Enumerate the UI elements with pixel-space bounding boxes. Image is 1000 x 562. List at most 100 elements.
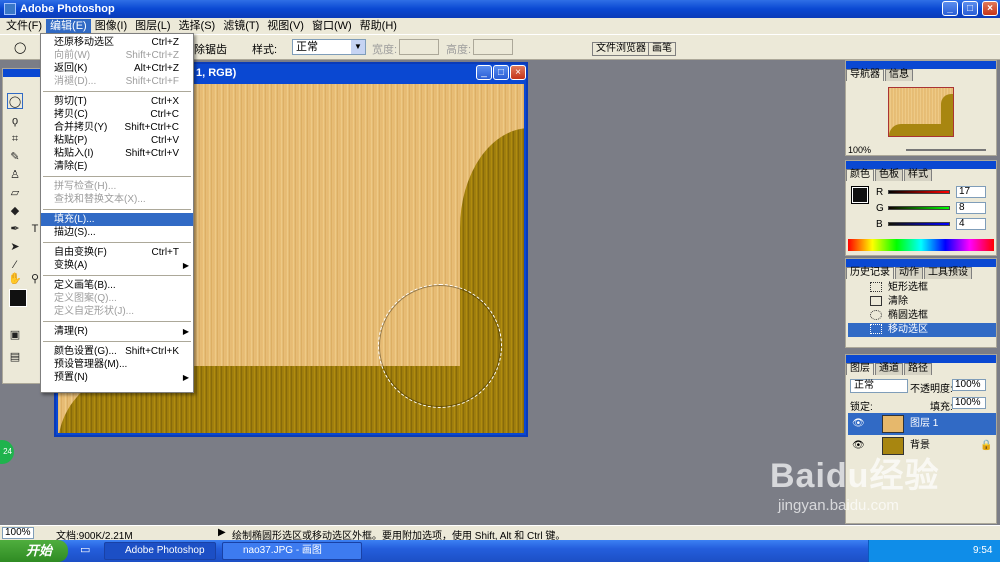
edit-menu-item[interactable]: 填充(L)... [41, 213, 193, 226]
blend-mode-select[interactable]: 正常 [850, 379, 908, 393]
history-item-selected[interactable]: 移动选区 [848, 323, 996, 337]
path-select-icon[interactable]: ➤ [7, 239, 23, 255]
width-field[interactable] [399, 39, 439, 55]
edit-menu: 还原移动选区 Ctrl+Z 向前(W) Shift+Ctrl+Z 返回(K) Alt+Ct… [40, 33, 194, 393]
doc-maximize-button[interactable]: □ [493, 65, 509, 80]
maximize-button[interactable]: □ [962, 1, 978, 16]
task-paint[interactable]: nao37.JPG - 画图 [222, 542, 362, 560]
edit-menu-item[interactable]: 粘贴入(I) Shift+Ctrl+V [41, 147, 193, 160]
edit-menu-item[interactable]: 还原移动选区 Ctrl+Z [41, 36, 193, 49]
edit-menu-item[interactable]: 描边(S)... [41, 226, 193, 239]
elliptical-selection[interactable] [378, 284, 502, 408]
tab-color[interactable]: 颜色 [846, 169, 874, 181]
edit-menu-item[interactable]: 定义画笔(B)... [41, 279, 193, 292]
style-select[interactable]: 正常 ▼ [292, 39, 366, 55]
edit-menu-item-label: 颜色设置(G)... [54, 346, 117, 357]
navigator-zoom-slider[interactable] [906, 149, 986, 151]
desktop-icon[interactable]: ▭ [80, 543, 90, 556]
color-ramp[interactable] [848, 239, 994, 251]
height-field[interactable] [473, 39, 513, 55]
edit-menu-item[interactable]: 变换(A) ▶ [41, 259, 193, 272]
tab-channels[interactable]: 通道 [875, 363, 903, 375]
watermark-brand: Baidu经验 [770, 457, 940, 495]
menu-select[interactable]: 选择(S) [175, 19, 220, 34]
edit-menu-item[interactable]: 粘贴(P) Ctrl+V [41, 134, 193, 147]
edit-menu-item[interactable]: 预置(N) ▶ [41, 371, 193, 384]
tab-layers[interactable]: 图层 [846, 363, 874, 375]
tab-tool-presets[interactable]: 工具预设 [924, 267, 972, 279]
tab-history[interactable]: 历史记录 [846, 267, 894, 279]
foreground-color-swatch[interactable] [9, 289, 27, 307]
layer-row-selected[interactable]: 👁 图层 1 [848, 413, 996, 435]
g-slider[interactable] [888, 206, 950, 210]
edit-menu-item[interactable]: 清除(E) [41, 160, 193, 173]
style-value: 正常 [296, 41, 318, 53]
r-value[interactable]: 17 [956, 186, 986, 198]
marquee-tool-icon[interactable]: ◯ [14, 41, 26, 54]
status-zoom[interactable]: 100% [2, 527, 34, 539]
start-button[interactable]: 开始 [0, 540, 68, 562]
hand-icon[interactable]: ✋ [7, 271, 23, 287]
edit-menu-item[interactable]: 清理(R) ▶ [41, 325, 193, 338]
menu-file[interactable]: 文件(F) [2, 19, 46, 34]
marquee-icon[interactable]: ◯ [7, 93, 23, 109]
tab-navigator[interactable]: 导航器 [846, 69, 884, 81]
screen-mode-icon[interactable]: ▤ [7, 349, 23, 365]
edit-menu-item[interactable]: 拷贝(C) Ctrl+C [41, 108, 193, 121]
edit-menu-item[interactable]: 消褪(D)... Shift+Ctrl+F [41, 75, 193, 88]
r-slider[interactable] [888, 190, 950, 194]
menu-filter[interactable]: 滤镜(T) [219, 19, 263, 34]
task-photoshop[interactable]: Adobe Photoshop [104, 542, 216, 560]
navigator-thumbnail[interactable] [888, 87, 954, 137]
edit-menu-item[interactable]: 查找和替换文本(X)... [41, 193, 193, 206]
fill-value[interactable]: 100% [952, 397, 986, 409]
stamp-icon[interactable]: ♙ [7, 167, 23, 183]
close-button[interactable]: × [982, 1, 998, 16]
menu-window[interactable]: 窗口(W) [308, 19, 356, 34]
tab-info[interactable]: 信息 [885, 69, 913, 81]
menu-layer[interactable]: 图层(L) [131, 19, 174, 34]
pen-icon[interactable]: ✒ [7, 221, 23, 237]
edit-menu-item[interactable]: 颜色设置(G)... Shift+Ctrl+K [41, 345, 193, 358]
tab-swatches[interactable]: 色板 [875, 169, 903, 181]
edit-menu-item[interactable]: 自由变换(F) Ctrl+T [41, 246, 193, 259]
fg-color-swatch[interactable] [851, 186, 869, 204]
tab-styles[interactable]: 样式 [904, 169, 932, 181]
opacity-value[interactable]: 100% [952, 379, 986, 391]
crop-icon[interactable]: ⌗ [7, 131, 23, 147]
clock: 9:54 [973, 545, 993, 556]
history-item[interactable]: 清除 [848, 295, 996, 309]
menu-image[interactable]: 图像(I) [91, 19, 131, 34]
play-icon[interactable]: ▶ [218, 527, 226, 538]
edit-menu-item[interactable]: 拼写检查(H)... [41, 180, 193, 193]
minimize-button[interactable]: _ [942, 1, 958, 16]
menu-view[interactable]: 视图(V) [263, 19, 308, 34]
edit-menu-item[interactable]: 定义图案(Q)... [41, 292, 193, 305]
file-browser-tab[interactable]: 文件浏览器 [592, 42, 650, 56]
edit-menu-item[interactable]: 返回(K) Alt+Ctrl+Z [41, 62, 193, 75]
doc-minimize-button[interactable]: _ [476, 65, 492, 80]
g-value[interactable]: 8 [956, 202, 986, 214]
edit-menu-item[interactable]: 向前(W) Shift+Ctrl+Z [41, 49, 193, 62]
tab-actions[interactable]: 动作 [895, 267, 923, 279]
brushes-tab[interactable]: 画笔 [648, 42, 676, 56]
history-item[interactable]: 椭圆选框 [848, 309, 996, 323]
edit-menu-item[interactable]: 合并拷贝(Y) Shift+Ctrl+C [41, 121, 193, 134]
tab-paths[interactable]: 路径 [904, 363, 932, 375]
history-item[interactable]: 矩形选框 [848, 281, 996, 295]
blur-icon[interactable]: ◆ [7, 203, 23, 219]
edit-menu-item[interactable]: 预设管理器(M)... [41, 358, 193, 371]
b-slider[interactable] [888, 222, 950, 226]
lasso-icon[interactable]: ϙ [7, 113, 23, 129]
edit-menu-item[interactable]: 剪切(T) Ctrl+X [41, 95, 193, 108]
menu-edit[interactable]: 编辑(E) [46, 18, 91, 34]
b-value[interactable]: 4 [956, 218, 986, 230]
menu-help[interactable]: 帮助(H) [356, 19, 401, 34]
brush-icon[interactable]: ✎ [7, 149, 23, 165]
eye-icon[interactable]: 👁 [852, 413, 865, 435]
eraser-icon[interactable]: ▱ [7, 185, 23, 201]
navigator-zoom[interactable]: 100% [848, 145, 871, 155]
quickmask-off-icon[interactable]: ▣ [7, 327, 23, 343]
doc-close-button[interactable]: × [510, 65, 526, 80]
edit-menu-item[interactable]: 定义自定形状(J)... [41, 305, 193, 318]
